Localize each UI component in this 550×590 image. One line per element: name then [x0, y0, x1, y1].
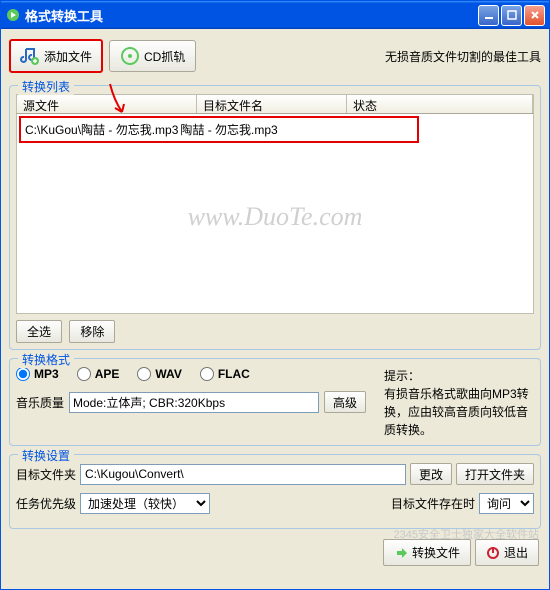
minimize-button[interactable] — [478, 5, 499, 26]
convert-button[interactable]: 转换文件 — [383, 539, 471, 566]
table-row[interactable]: C:\KuGou\陶喆 - 勿忘我.mp3 陶喆 - 勿忘我.mp3 — [19, 116, 419, 143]
row-target: 陶喆 - 勿忘我.mp3 — [180, 121, 277, 138]
list-header: 源文件 目标文件名 状态 — [16, 94, 534, 114]
change-folder-button[interactable]: 更改 — [410, 463, 452, 485]
list-body[interactable]: C:\KuGou\陶喆 - 勿忘我.mp3 陶喆 - 勿忘我.mp3 www.D… — [16, 114, 534, 314]
advanced-button[interactable]: 高级 — [324, 391, 366, 413]
add-file-label: 添加文件 — [44, 48, 92, 65]
toolbar: 添加文件 CD抓轨 无损音质文件切割的最佳工具 — [7, 35, 543, 77]
app-icon — [5, 7, 21, 23]
remove-button[interactable]: 移除 — [69, 320, 115, 343]
select-all-button[interactable]: 全选 — [16, 320, 62, 343]
exit-icon — [486, 546, 500, 560]
maximize-button[interactable] — [501, 5, 522, 26]
exists-label: 目标文件存在时 — [391, 495, 475, 512]
cd-rip-button[interactable]: CD抓轨 — [109, 40, 196, 72]
close-button[interactable] — [524, 5, 545, 26]
music-add-icon — [20, 46, 40, 66]
bottom-actions: 2345安全卫士独家大全软件站 转换文件 退出 — [7, 533, 543, 568]
target-folder-label: 目标文件夹 — [16, 466, 76, 483]
quality-select[interactable] — [69, 392, 319, 413]
tagline: 无损音质文件切割的最佳工具 — [385, 48, 541, 65]
window-title: 格式转换工具 — [25, 6, 476, 25]
add-file-button[interactable]: 添加文件 — [9, 39, 103, 73]
hint-body: 有损音乐格式歌曲向MP3转换，应由较高音质向较低音质转换。 — [384, 387, 529, 437]
format-panel: 转换格式 MP3 APE WAV FLAC 音乐质量 高级 — [9, 358, 541, 446]
format-radio-group: MP3 APE WAV FLAC — [16, 367, 372, 381]
target-folder-input[interactable] — [80, 464, 406, 485]
titlebar[interactable]: 格式转换工具 — [1, 1, 549, 29]
settings-legend: 转换设置 — [18, 447, 74, 464]
radio-flac[interactable]: FLAC — [200, 367, 250, 381]
open-folder-button[interactable]: 打开文件夹 — [456, 463, 534, 485]
format-legend: 转换格式 — [18, 351, 74, 368]
watermark: www.DuoTe.com — [188, 202, 363, 232]
hint-title: 提示： — [384, 369, 420, 383]
exit-button[interactable]: 退出 — [475, 539, 539, 566]
priority-label: 任务优先级 — [16, 495, 76, 512]
hint-box: 提示： 有损音乐格式歌曲向MP3转换，应由较高音质向较低音质转换。 — [384, 367, 534, 439]
settings-panel: 转换设置 目标文件夹 更改 打开文件夹 任务优先级 加速处理（较快） 目标文件存… — [9, 454, 541, 529]
app-window: 格式转换工具 添加文件 CD抓轨 无损音质文件切割的最佳工具 转换列表 源文件 … — [0, 0, 550, 590]
col-status[interactable]: 状态 — [347, 95, 533, 113]
cd-icon — [120, 46, 140, 66]
col-target[interactable]: 目标文件名 — [197, 95, 347, 113]
cd-rip-label: CD抓轨 — [144, 48, 185, 65]
row-source: C:\KuGou\陶喆 - 勿忘我.mp3 — [25, 121, 178, 138]
convert-icon — [394, 546, 408, 560]
convert-list-panel: 转换列表 源文件 目标文件名 状态 C:\KuGou\陶喆 - 勿忘我.mp3 … — [9, 85, 541, 350]
quality-label: 音乐质量 — [16, 394, 64, 411]
col-source[interactable]: 源文件 — [17, 95, 197, 113]
exists-select[interactable]: 询问 — [479, 493, 534, 514]
convert-list-legend: 转换列表 — [18, 78, 74, 95]
priority-select[interactable]: 加速处理（较快） — [80, 493, 210, 514]
radio-ape[interactable]: APE — [77, 367, 120, 381]
radio-wav[interactable]: WAV — [137, 367, 181, 381]
radio-mp3[interactable]: MP3 — [16, 367, 59, 381]
